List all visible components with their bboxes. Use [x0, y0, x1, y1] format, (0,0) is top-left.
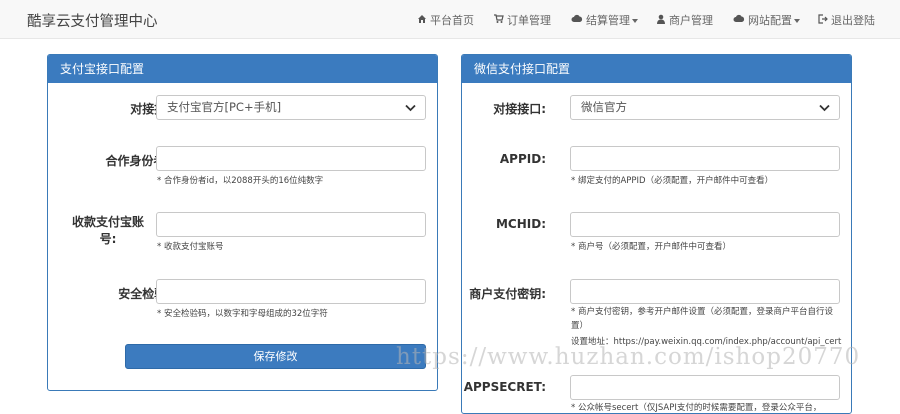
wechat-interface-select[interactable]: 微信官方: [570, 95, 840, 120]
nav-orders[interactable]: 订单管理: [494, 12, 551, 28]
alipay-panel-title: 支付宝接口配置: [48, 55, 437, 83]
nav-site-config-label: 网站配置: [748, 14, 792, 27]
nav-home[interactable]: 平台首页: [417, 12, 474, 28]
chevron-down-icon: [794, 19, 800, 23]
alipay-account-help: * 收款支付宝账号: [157, 242, 224, 252]
wechat-interface-value: 微信官方: [581, 100, 627, 114]
wechat-secret-label: APPSECRET:: [463, 380, 546, 394]
alipay-partner-help: * 合作身份者id，以2088开头的16位纯数字: [157, 176, 324, 186]
wechat-config-panel: 微信支付接口配置 对接接口: 微信官方 APPID: * 绑定支付的APPID（…: [461, 54, 852, 414]
wechat-appid-help: * 绑定支付的APPID（必须配置，开户邮件中可查看）: [571, 176, 774, 186]
nav-logout[interactable]: 退出登陆: [818, 12, 875, 28]
wechat-key-input[interactable]: [570, 279, 840, 304]
wechat-key-label: 商户支付密钥:: [469, 287, 546, 301]
save-button[interactable]: 保存修改: [125, 344, 426, 369]
alipay-key-help: * 安全检验码，以数字和字母组成的32位字符: [157, 309, 328, 319]
wechat-appid-label: APPID:: [499, 152, 546, 166]
alipay-key-input[interactable]: [156, 279, 426, 304]
wechat-key-help-url: 设置地址：https://pay.weixin.qq.com/index.php…: [571, 337, 842, 347]
nav-home-label: 平台首页: [430, 14, 474, 27]
top-navbar: 酷享云支付管理中心 平台首页 订单管理 结算管理 商户管理 网站配置 退出登陆: [0, 0, 900, 39]
wechat-key-help: * 商户支付密钥，参考开户邮件设置（必须配置，登录商户平台自行设置）: [571, 307, 833, 331]
alipay-interface-value: 支付宝官方[PC+手机]: [167, 100, 282, 114]
nav-merchants[interactable]: 商户管理: [656, 12, 713, 28]
cloud-icon: [733, 14, 745, 27]
nav-settlement[interactable]: 结算管理: [571, 12, 638, 28]
wechat-secret-input[interactable]: [570, 375, 840, 400]
alipay-account-input[interactable]: [156, 212, 426, 237]
logout-icon: [818, 14, 828, 27]
home-icon: [417, 14, 427, 27]
nav-logout-label: 退出登陆: [831, 14, 875, 27]
wechat-appid-input[interactable]: [570, 146, 840, 171]
alipay-partner-input[interactable]: [156, 146, 426, 171]
chevron-down-icon: [819, 104, 830, 112]
wechat-mchid-label: MCHID:: [495, 217, 546, 231]
chevron-down-icon: [405, 104, 416, 112]
chevron-down-icon: [632, 19, 638, 23]
brand-title[interactable]: 酷享云支付管理中心: [27, 10, 158, 31]
nav-site-config[interactable]: 网站配置: [733, 12, 800, 28]
alipay-config-panel: 支付宝接口配置 对接接口: 支付宝官方[PC+手机] 合作身份者id: * 合作…: [47, 54, 438, 391]
wechat-interface-label: 对接接口:: [493, 102, 546, 116]
wechat-secret-help: * 公众帐号secert（仅JSAPI支付的时候需要配置，登录公众平台，: [571, 403, 822, 413]
cloud-icon: [571, 14, 583, 27]
nav-merchants-label: 商户管理: [669, 14, 713, 27]
nav-orders-label: 订单管理: [507, 14, 551, 27]
alipay-account-label: 收款支付宝账号:: [71, 215, 144, 246]
user-icon: [656, 14, 666, 27]
wechat-panel-title: 微信支付接口配置: [462, 55, 851, 83]
wechat-mchid-input[interactable]: [570, 212, 840, 237]
alipay-interface-select[interactable]: 支付宝官方[PC+手机]: [156, 95, 426, 120]
cart-icon: [494, 14, 504, 27]
nav-settlement-label: 结算管理: [586, 14, 630, 27]
wechat-mchid-help: * 商户号（必须配置，开户邮件中可查看）: [571, 242, 731, 252]
